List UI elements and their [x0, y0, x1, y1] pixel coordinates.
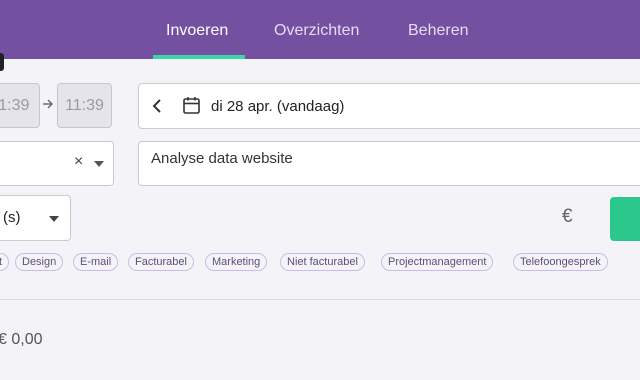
- euro-icon[interactable]: €: [562, 206, 573, 228]
- arrow-right-icon: [43, 99, 53, 109]
- start-time-value: 11:39: [0, 97, 30, 114]
- close-icon[interactable]: ×: [74, 153, 83, 171]
- hours-select[interactable]: (s): [0, 195, 71, 241]
- description-value: Analyse data website: [151, 150, 293, 167]
- tab-beheren[interactable]: Beheren: [408, 22, 469, 40]
- end-time-value: 11:39: [65, 97, 104, 114]
- tag[interactable]: Niet facturabel: [280, 253, 365, 271]
- date-picker[interactable]: di 28 apr. (vandaag): [138, 83, 640, 129]
- calendar-icon: [183, 97, 200, 114]
- save-button[interactable]: [610, 197, 640, 241]
- divider: [0, 299, 640, 300]
- start-time-field[interactable]: 11:39: [0, 83, 40, 128]
- total-amount: € 0,00: [0, 331, 43, 348]
- project-select[interactable]: ×: [0, 141, 114, 186]
- chevron-left-icon[interactable]: [152, 98, 162, 114]
- top-navigation-bar: Invoeren Overzichten Beheren: [0, 0, 640, 59]
- active-tab-indicator: [153, 55, 245, 59]
- tag[interactable]: t: [0, 253, 10, 271]
- tag[interactable]: Telefoongesprek: [513, 253, 608, 271]
- tag[interactable]: Facturabel: [128, 253, 194, 271]
- tab-overzichten[interactable]: Overzichten: [274, 22, 359, 40]
- tab-invoeren[interactable]: Invoeren: [166, 22, 228, 40]
- caret-down-icon[interactable]: [94, 161, 104, 167]
- date-value: di 28 apr. (vandaag): [211, 98, 345, 115]
- tag[interactable]: E-mail: [73, 253, 119, 271]
- hours-value: (s): [3, 209, 21, 226]
- end-time-field[interactable]: 11:39: [57, 83, 112, 128]
- caret-down-icon[interactable]: [49, 216, 59, 222]
- description-field[interactable]: Analyse data website: [138, 141, 640, 186]
- tag[interactable]: Marketing: [205, 253, 268, 271]
- sidebar-handle[interactable]: [0, 53, 4, 71]
- tag[interactable]: Design: [15, 253, 64, 271]
- tag[interactable]: Projectmanagement: [381, 253, 494, 271]
